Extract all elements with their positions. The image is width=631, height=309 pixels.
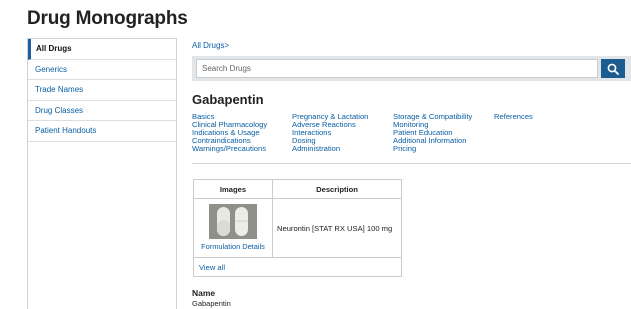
page-title: Drug Monographs: [27, 8, 188, 29]
section-link-references[interactable]: References: [494, 112, 533, 121]
svg-text::::: :::: [239, 212, 242, 216]
column-header-description: Description: [272, 179, 402, 199]
sidebar-item-generics[interactable]: Generics: [28, 60, 176, 80]
view-all-link[interactable]: View all: [199, 263, 225, 272]
section-link-administration[interactable]: Administration: [292, 145, 368, 153]
sidebar-item-all-drugs[interactable]: All Drugs: [28, 39, 176, 60]
table-row: ::: Formulation Details Neurontin [STAT …: [193, 198, 402, 258]
search-bar: [192, 56, 631, 81]
section-links-column-3: Storage & Compatibility Monitoring Patie…: [393, 112, 472, 153]
sidebar-item-patient-handouts[interactable]: Patient Handouts: [28, 121, 176, 142]
sidebar-item-trade-names[interactable]: Trade Names: [28, 80, 176, 101]
sidebar: All Drugs Generics Trade Names Drug Clas…: [27, 38, 177, 309]
table-header-row: Images Description: [193, 179, 402, 199]
description-cell: Neurontin [STAT RX USA] 100 mg: [272, 198, 402, 258]
section-link-warnings-precautions[interactable]: Warnings/Precautions: [192, 145, 267, 153]
capsule-image[interactable]: :::: [209, 204, 257, 239]
section-link-pricing[interactable]: Pricing: [393, 145, 472, 153]
view-all-row: View all: [193, 257, 402, 277]
section-links-column-4: References: [494, 112, 533, 121]
breadcrumb[interactable]: All Drugs>: [192, 41, 229, 50]
section-links-column-2: Pregnancy & Lactation Adverse Reactions …: [292, 112, 368, 153]
sidebar-item-drug-classes[interactable]: Drug Classes: [28, 101, 176, 121]
name-value: Gabapentin: [192, 299, 231, 308]
search-button[interactable]: [601, 59, 625, 78]
search-input[interactable]: [196, 59, 598, 78]
name-heading: Name: [192, 288, 216, 298]
drug-name: Gabapentin: [192, 92, 264, 107]
section-links-column-1: Basics Clinical Pharmacology Indications…: [192, 112, 267, 153]
formulation-details-link[interactable]: Formulation Details: [194, 242, 272, 251]
column-header-images: Images: [193, 179, 273, 199]
images-table: Images Description ::: Formulation Detai…: [193, 179, 402, 277]
view-all-cell: View all: [193, 257, 402, 277]
capsule-icon: :::: [209, 204, 257, 239]
search-icon: [607, 63, 619, 75]
section-divider: [192, 163, 631, 164]
image-cell: ::: Formulation Details: [193, 198, 273, 258]
